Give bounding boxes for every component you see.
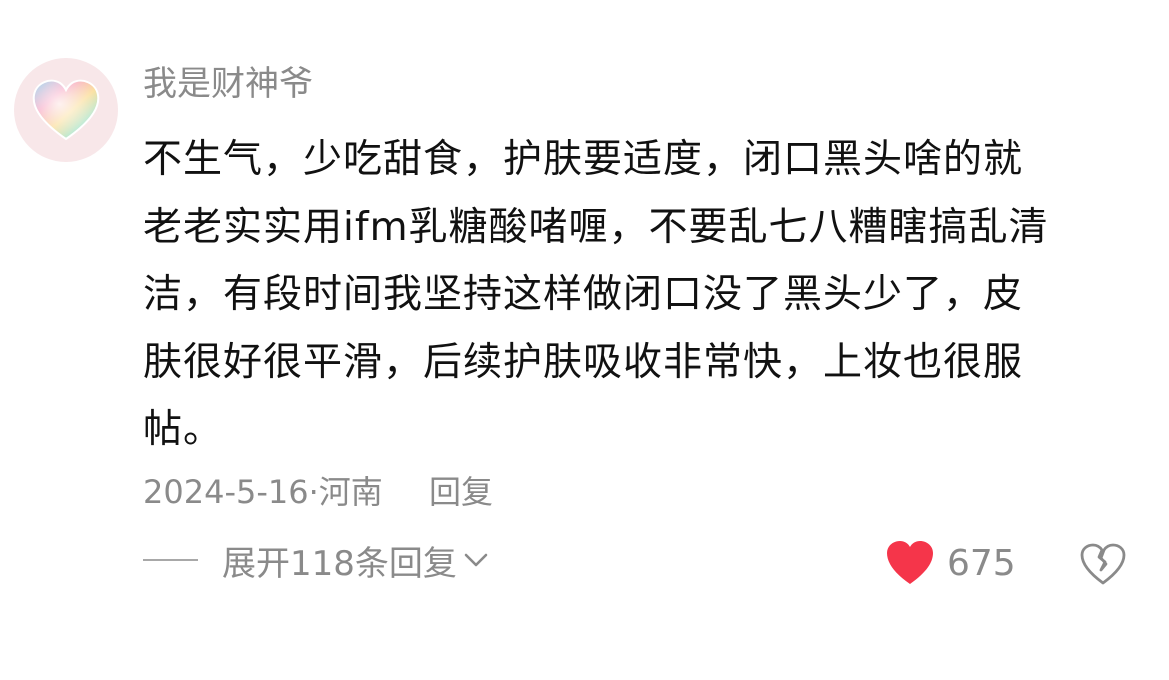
- comment-line: 帖。: [143, 407, 224, 452]
- comment-line: 洁，有段时间我坚持这样做闭口没了黑头少了，皮: [143, 272, 1024, 317]
- reply-button[interactable]: 回复: [429, 473, 493, 511]
- comment-date: 2024-5-16: [143, 473, 309, 511]
- comment-location: 河南: [318, 473, 383, 511]
- comment-line: 不生气，少吃甜食，护肤要适度，闭口黑头啥的就: [143, 137, 1024, 182]
- like-count: 675: [947, 542, 1016, 584]
- broken-heart-icon: [1080, 543, 1126, 585]
- comment-line: 老老实实用ifm乳糖酸啫喱，不要乱七八糟瞎搞乱清: [143, 204, 1049, 250]
- comment-text: 不生气，少吃甜食，护肤要适度，闭口黑头啥的就 老老实实用ifm乳糖酸啫喱，不要乱…: [143, 126, 1143, 464]
- chevron-down-icon: [463, 549, 489, 571]
- expand-replies-row[interactable]: 展开118条回复: [143, 534, 489, 586]
- username[interactable]: 我是财神爷: [143, 62, 313, 106]
- comment-line: 肤很好很平滑，后续护肤吸收非常快，上妆也很服: [143, 339, 1024, 385]
- heart-icon: [887, 541, 933, 584]
- expand-replies-button[interactable]: 展开118条回复: [222, 536, 457, 585]
- like-button[interactable]: 675: [885, 540, 1016, 586]
- comment-meta: 2024-5-16·河南 回复: [143, 468, 493, 516]
- rainbow-heart-avatar-icon: [32, 79, 100, 141]
- divider-dash: [143, 559, 198, 561]
- dislike-button[interactable]: [1080, 543, 1126, 589]
- meta-separator: ·: [308, 473, 319, 511]
- avatar[interactable]: [14, 58, 118, 162]
